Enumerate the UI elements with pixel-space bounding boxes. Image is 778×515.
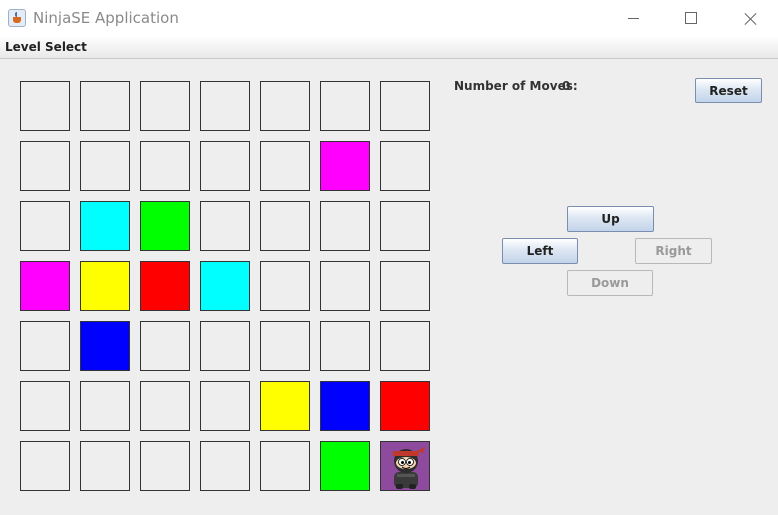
board-cell-empty xyxy=(80,381,130,431)
board-cell-empty xyxy=(20,201,70,251)
board-cell-empty xyxy=(260,201,310,251)
board-cell-empty xyxy=(140,381,190,431)
board-cell-cyan xyxy=(200,261,250,311)
board-cell-empty xyxy=(20,441,70,491)
board-cell-cyan xyxy=(80,201,130,251)
board-cell-empty xyxy=(200,201,250,251)
ninja-icon xyxy=(393,447,425,489)
board-cell-empty xyxy=(380,141,430,191)
board-cell-empty xyxy=(140,141,190,191)
board-cell-empty xyxy=(260,321,310,371)
move-up-button[interactable]: Up xyxy=(567,206,654,232)
move-right-button[interactable]: Right xyxy=(635,238,712,264)
board-cell-yellow xyxy=(260,381,310,431)
maximize-icon xyxy=(685,12,697,24)
board-cell-blue xyxy=(80,321,130,371)
board-cell-empty xyxy=(320,201,370,251)
board-cell-empty xyxy=(20,381,70,431)
board-cell-empty xyxy=(380,321,430,371)
board-cell-green xyxy=(320,441,370,491)
board-cell-yellow xyxy=(80,261,130,311)
board-cell-empty xyxy=(260,81,310,131)
board-cell-empty xyxy=(20,321,70,371)
board-cell-empty xyxy=(260,141,310,191)
app-window: NinjaSE Application Level Select Number … xyxy=(0,0,778,515)
menu-bar: Level Select xyxy=(0,36,778,59)
minimize-icon xyxy=(627,17,639,19)
board-cell-empty xyxy=(320,321,370,371)
close-button[interactable] xyxy=(727,0,773,36)
board-cell-empty xyxy=(140,441,190,491)
minimize-button[interactable] xyxy=(610,0,656,36)
board-cell-blue xyxy=(320,381,370,431)
java-app-icon xyxy=(8,9,26,27)
board-cell-empty xyxy=(380,81,430,131)
board-cell-empty xyxy=(200,441,250,491)
board-cell-empty xyxy=(20,81,70,131)
board-cell-empty xyxy=(260,441,310,491)
board-cell-empty xyxy=(260,261,310,311)
board-cell-empty xyxy=(320,81,370,131)
board-cell-empty xyxy=(200,81,250,131)
window-title: NinjaSE Application xyxy=(33,9,179,27)
board-cell-empty xyxy=(140,81,190,131)
board-cell-red xyxy=(380,381,430,431)
moves-label: Number of Moves: xyxy=(454,79,578,93)
board-cell-empty xyxy=(200,321,250,371)
board-cell-magenta xyxy=(20,261,70,311)
menu-level-select[interactable]: Level Select xyxy=(5,40,87,54)
reset-button[interactable]: Reset xyxy=(695,78,762,103)
board-cell-empty xyxy=(320,261,370,311)
board-cell-green xyxy=(140,201,190,251)
board-cell-empty xyxy=(80,81,130,131)
title-bar: NinjaSE Application xyxy=(0,0,778,36)
board-cell-empty xyxy=(20,141,70,191)
maximize-button[interactable] xyxy=(668,0,714,36)
ninja-cell xyxy=(380,441,430,491)
close-icon xyxy=(744,12,757,25)
move-left-button[interactable]: Left xyxy=(502,238,578,264)
board-cell-empty xyxy=(380,261,430,311)
board-cell-empty xyxy=(200,141,250,191)
board-cell-empty xyxy=(140,321,190,371)
board-cell-empty xyxy=(200,381,250,431)
move-down-button[interactable]: Down xyxy=(567,270,653,296)
board-cell-empty xyxy=(380,201,430,251)
board-cell-red xyxy=(140,261,190,311)
moves-count: 0 xyxy=(562,79,571,93)
board-cell-magenta xyxy=(320,141,370,191)
board-cell-empty xyxy=(80,441,130,491)
board-cell-empty xyxy=(80,141,130,191)
